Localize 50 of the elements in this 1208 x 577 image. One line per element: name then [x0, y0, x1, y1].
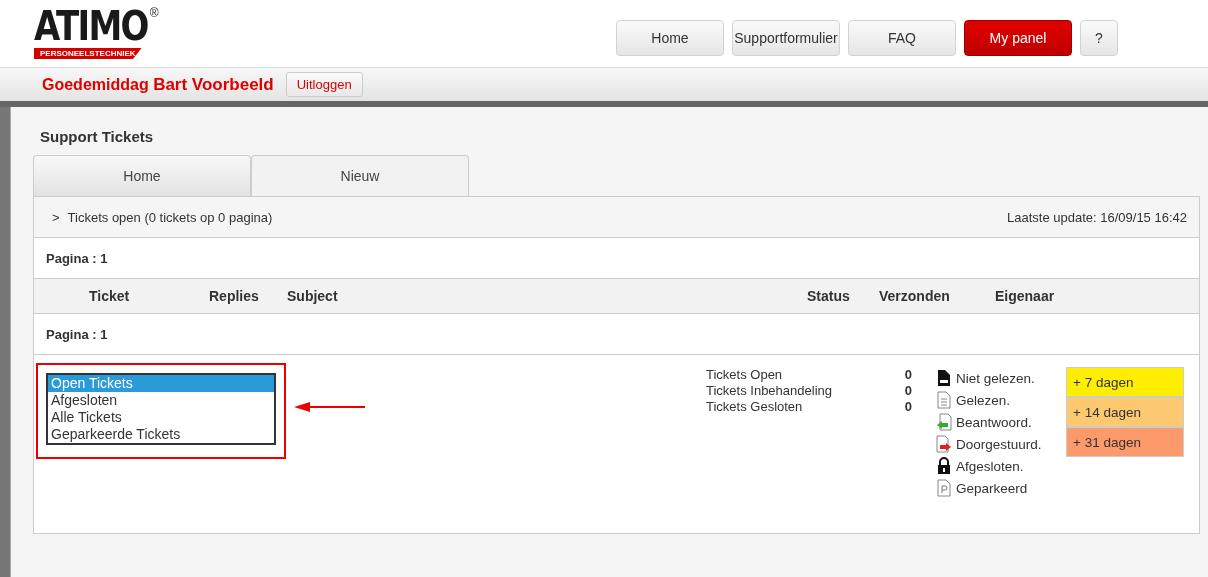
legend-label: Niet gelezen. — [956, 370, 1035, 386]
column-header: Subject — [287, 288, 339, 304]
legend-label: Gelezen. — [956, 392, 1011, 408]
tab[interactable]: Nieuw — [251, 155, 469, 196]
logo-wordmark: ATIMO — [34, 6, 148, 46]
logout-button[interactable]: Uitloggen — [285, 72, 363, 98]
count-label: Tickets Gesloten — [706, 399, 803, 415]
parked-document-icon — [936, 479, 952, 497]
count-label: Tickets Inbehandeling — [706, 383, 832, 399]
document-reply-icon — [936, 413, 952, 431]
page-label: Pagina : 1 — [46, 250, 108, 266]
page-label: Pagina : 1 — [46, 326, 108, 342]
column-header: Status — [807, 288, 851, 304]
ticket-filter-list[interactable]: Open Tickets Afgesloten Alle Tickets Geparkeerde Tickets — [46, 373, 276, 445]
nav-button[interactable]: FAQ — [848, 20, 956, 56]
legend-label: Geparkeerd — [956, 480, 1028, 496]
age-legend-item: + 14 dagen — [1066, 397, 1184, 427]
legend-label: Afgesloten. — [956, 458, 1024, 474]
document-icon — [936, 369, 952, 387]
column-header: Eigenaar — [995, 288, 1055, 304]
nav-button[interactable]: Supportformulier — [732, 20, 840, 56]
count-label: Tickets Open — [706, 367, 783, 383]
age-legend-item: + 7 dagen — [1066, 367, 1184, 397]
list-option[interactable]: Geparkeerde Tickets — [48, 426, 274, 443]
last-update-text: Laatste update: 16/09/15 16:42 — [1007, 209, 1187, 225]
count-value: 0 — [904, 399, 912, 415]
registered-mark: ® — [149, 6, 159, 20]
count-value: 0 — [904, 383, 912, 399]
document-icon — [936, 391, 952, 409]
logo-tagline: PERSONEELSTECHNIEK — [34, 48, 142, 59]
column-header: Replies — [209, 288, 260, 304]
section-label: Tickets open (0 tickets op 0 pagina) — [67, 209, 273, 225]
nav-button[interactable]: My panel — [964, 20, 1072, 56]
panel-title: Support Tickets — [39, 127, 155, 147]
age-legend-item: + 31 dagen — [1066, 427, 1184, 457]
lock-icon — [936, 457, 952, 475]
column-header: Ticket — [89, 288, 131, 304]
legend-label: Beantwoord. — [956, 414, 1032, 430]
document-forward-icon — [936, 435, 952, 453]
expand-toggle[interactable]: > — [52, 209, 60, 225]
nav-button[interactable]: ? — [1080, 20, 1118, 56]
legend-label: Doorgestuurd. — [956, 436, 1042, 452]
list-option[interactable]: Afgesloten — [48, 392, 274, 409]
tab[interactable]: Home — [33, 155, 251, 196]
count-value: 0 — [904, 367, 912, 383]
pointer-arrow — [294, 401, 366, 413]
list-option[interactable]: Alle Tickets — [48, 409, 274, 426]
nav-button[interactable]: Home — [616, 20, 724, 56]
greeting-text: Goedemiddag Bart Voorbeeld — [42, 74, 274, 95]
column-header: Verzonden — [879, 288, 951, 304]
